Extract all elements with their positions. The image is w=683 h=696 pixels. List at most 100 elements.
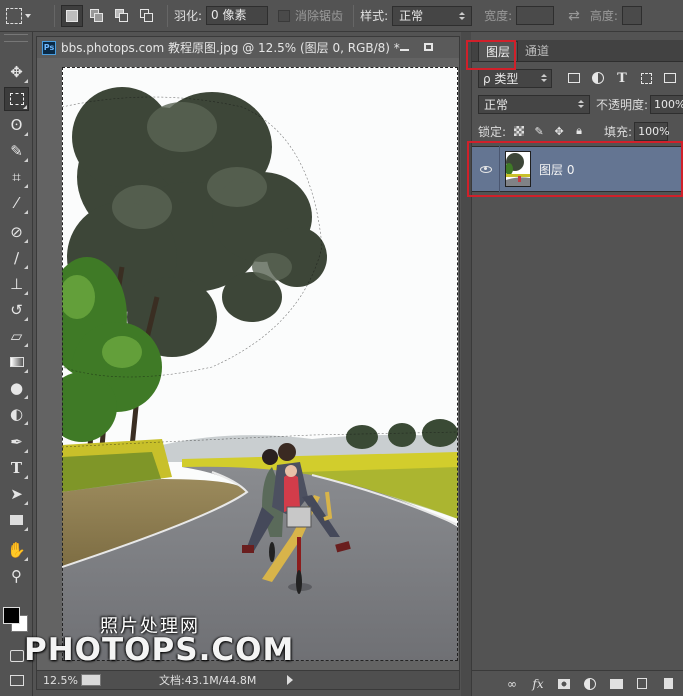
lock-pixels-button[interactable]: ✎: [532, 124, 546, 138]
history-brush-tool[interactable]: ↺: [4, 298, 29, 322]
new-selection-button[interactable]: [61, 4, 83, 27]
layer-thumbnail: [505, 151, 531, 187]
zoom-level[interactable]: 12.5%: [37, 674, 81, 687]
feather-input[interactable]: 0 像素: [206, 6, 269, 25]
updown-arrows-icon: [541, 74, 547, 82]
panel-gutter: [461, 32, 471, 696]
document-title: bbs.photops.com 教程原图.jpg @ 12.5% (图层 0, …: [61, 41, 400, 55]
intersect-selection-button[interactable]: [136, 5, 158, 27]
options-bar: 羽化: 0 像素 消除锯齿 样式: 正常 宽度: ⇄ 高度:: [0, 0, 683, 32]
link-layers-icon[interactable]: ∞: [504, 677, 520, 691]
lasso-tool[interactable]: ʘ: [4, 113, 29, 137]
add-mask-icon[interactable]: [556, 677, 572, 691]
lock-all-button[interactable]: 🔒︎: [572, 124, 586, 138]
hand-icon: ✋: [7, 540, 26, 559]
opacity-input[interactable]: 100%: [650, 94, 683, 114]
rectangular-marquee-icon: [6, 7, 22, 24]
antialias-checkbox[interactable]: [278, 9, 291, 22]
fx-icon[interactable]: fx: [530, 677, 546, 691]
type-tool[interactable]: T: [4, 456, 29, 480]
layer-item[interactable]: 图层 0: [472, 146, 683, 192]
width-label: 宽度:: [484, 9, 513, 23]
foreground-color-swatch[interactable]: [3, 607, 20, 624]
trash-icon[interactable]: [660, 677, 676, 691]
zoom-tool[interactable]: ⚲: [4, 564, 29, 588]
swap-arrows-icon[interactable]: ⇄: [568, 8, 580, 24]
dodge-tool[interactable]: ◐: [4, 402, 29, 426]
new-layer-icon[interactable]: [634, 677, 650, 691]
status-menu-arrow-icon[interactable]: [287, 675, 293, 685]
panel-tabs: 图层 通道: [472, 40, 683, 62]
style-label: 样式:: [360, 9, 389, 23]
healing-brush-tool[interactable]: ⊘: [4, 220, 29, 244]
maximize-button[interactable]: [419, 39, 437, 55]
eye-icon: [479, 165, 492, 173]
panel-grip[interactable]: [4, 34, 28, 42]
move-tool[interactable]: ✥: [4, 60, 29, 84]
lock-label: 锁定:: [478, 124, 507, 139]
height-input[interactable]: [621, 6, 642, 25]
tool-preset-picker[interactable]: [6, 4, 48, 28]
adjustment-layer-icon[interactable]: [582, 677, 598, 691]
move-icon: ✥: [554, 124, 564, 138]
tab-layers[interactable]: 图层: [478, 41, 519, 61]
quick-selection-icon: ✎: [10, 141, 23, 160]
minimize-button[interactable]: [395, 39, 413, 55]
pen-tool[interactable]: ✒: [4, 430, 29, 454]
layer-visibility-toggle[interactable]: [472, 146, 500, 192]
pixel-filter-icon[interactable]: [566, 70, 582, 86]
opacity-label: 不透明度:: [595, 97, 648, 112]
status-preview-icon[interactable]: [81, 674, 101, 686]
shape-filter-icon[interactable]: [638, 70, 654, 86]
photoshop-file-icon: Ps: [42, 40, 56, 55]
eraser-icon: ▱: [10, 326, 23, 345]
lock-row: 锁定: ✎ ✥ 🔒︎ 填充: 100%: [472, 120, 683, 142]
history-brush-icon: ↺: [10, 300, 23, 319]
style-select[interactable]: 正常: [392, 5, 473, 26]
type-filter-icon[interactable]: T: [614, 70, 630, 86]
add-to-selection-button[interactable]: [86, 5, 108, 27]
subtract-from-selection-button[interactable]: [111, 5, 133, 27]
divider: [353, 4, 355, 27]
brush-icon: ✎: [534, 124, 544, 138]
tab-channels[interactable]: 通道: [518, 41, 556, 61]
lock-transparency-button[interactable]: [512, 124, 526, 138]
subtract-selection-icon: [115, 8, 129, 23]
blend-mode-select[interactable]: 正常: [478, 94, 590, 114]
marquee-tool[interactable]: [4, 87, 29, 111]
gradient-tool[interactable]: [4, 350, 29, 374]
quick-mask-icon: [9, 650, 24, 662]
brush-tool[interactable]: ∕: [4, 246, 29, 270]
shape-tool[interactable]: [4, 508, 29, 532]
width-input[interactable]: [516, 6, 555, 25]
screen-mode-button[interactable]: [4, 668, 29, 692]
document-tab[interactable]: Ps bbs.photops.com 教程原图.jpg @ 12.5% (图层 …: [36, 36, 460, 58]
blur-tool[interactable]: ●: [4, 376, 29, 400]
path-selection-tool[interactable]: ➤: [4, 482, 29, 506]
hand-tool[interactable]: ✋: [4, 538, 29, 562]
lock-position-button[interactable]: ✥: [552, 124, 566, 138]
layers-panel-footer: ∞ fx: [472, 670, 683, 696]
eraser-tool[interactable]: ▱: [4, 324, 29, 348]
quick-selection-tool[interactable]: ✎: [4, 139, 29, 163]
chevron-down-icon: [25, 13, 31, 18]
clone-stamp-tool[interactable]: ⊥: [4, 272, 29, 296]
document-image[interactable]: [62, 67, 458, 661]
smart-object-filter-icon[interactable]: [662, 70, 678, 86]
intersect-selection-icon: [140, 8, 154, 23]
adjustment-filter-icon[interactable]: [590, 70, 606, 86]
updown-arrows-icon: [577, 100, 584, 108]
canvas-area[interactable]: [36, 58, 460, 670]
fill-input[interactable]: 100%: [634, 121, 670, 141]
pen-icon: ✒: [10, 432, 23, 451]
maximize-icon: [423, 43, 433, 51]
rectangular-marquee-icon: [9, 93, 24, 105]
screen-mode-icon: [9, 674, 24, 686]
crop-tool[interactable]: ⌗: [4, 165, 29, 189]
kind-filter-select[interactable]: ρ 类型: [478, 68, 552, 88]
document-size-info: 文档:43.1M/44.8M: [159, 674, 257, 687]
divider: [54, 4, 55, 27]
new-group-folder-icon[interactable]: [608, 677, 624, 691]
height-label: 高度:: [589, 9, 618, 23]
eyedropper-tool[interactable]: ⁄: [4, 191, 29, 215]
